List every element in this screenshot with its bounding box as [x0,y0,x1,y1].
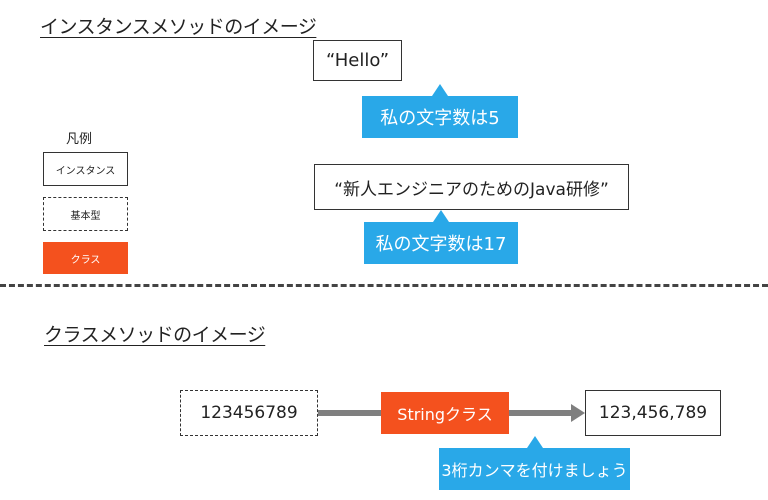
legend-instance: インスタンス [43,152,128,186]
output-arrow-line [509,410,573,416]
output-arrow-head [571,404,585,422]
instance-output-box: 123,456,789 [585,390,721,436]
comma-format-callout: 3桁カンマを付けましょう [439,448,630,490]
section-divider [0,284,768,287]
instance-method-heading: インスタンスメソッドのイメージ [40,16,317,38]
instance-java-box: “新人エンジニアのためのJava研修” [314,164,629,210]
java-length-callout: 私の文字数は17 [364,222,518,264]
string-class-box: Stringクラス [381,392,509,434]
primitive-input-box: 123456789 [180,390,318,436]
input-arrow-line [318,410,382,416]
hello-length-callout: 私の文字数は5 [362,96,518,138]
legend-class: クラス [43,242,128,274]
legend-primitive: 基本型 [43,197,128,231]
class-method-heading: クラスメソッドのイメージ [44,324,266,346]
instance-hello-box: “Hello” [313,40,402,81]
legend-title: 凡例 [66,132,93,147]
